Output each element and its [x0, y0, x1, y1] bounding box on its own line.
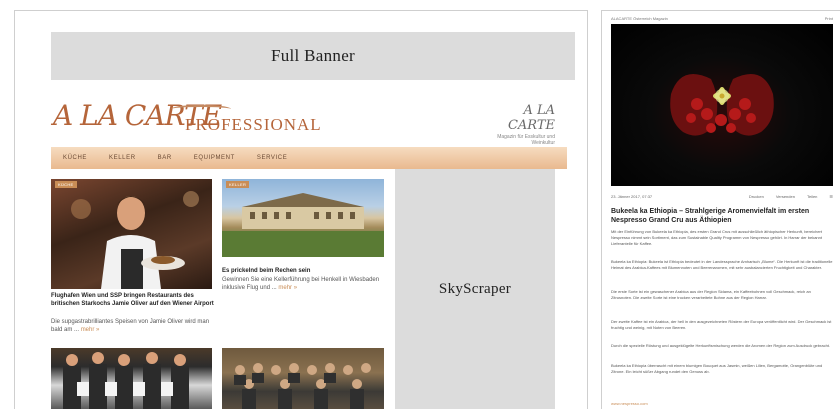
- castle-photo-illustration: [222, 193, 384, 257]
- article-teaser-text: Gewinnen Sie eine Kellerführung bei Henk…: [222, 277, 380, 291]
- article-image-chef[interactable]: KÜCHE: [51, 179, 212, 289]
- skyscraper-label: SkyScraper: [438, 281, 512, 297]
- article-tag[interactable]: KÜCHE: [55, 181, 77, 188]
- team-photo-illustration: [234, 363, 371, 409]
- logo-swoosh: [171, 105, 231, 113]
- secondary-logo-title: A LA CARTE: [507, 103, 555, 133]
- site-name: ALACARTE Österreich Magazin: [611, 16, 668, 21]
- skyscraper-ad-slot[interactable]: SkyScraper: [395, 169, 555, 409]
- nav-item-equipment[interactable]: EQUIPMENT: [194, 155, 235, 161]
- article-image-group-award[interactable]: [51, 348, 212, 409]
- secondary-logo: A LA CARTE Magazin für Esskultur und Wei…: [475, 103, 555, 146]
- article-teaser: Gewinnen Sie eine Kellerführung bei Henk…: [222, 276, 387, 292]
- article-tag[interactable]: KELLER: [226, 181, 250, 188]
- website-mockup-left: Full Banner A LA CARTE PROFESSIONAL A LA…: [14, 10, 588, 409]
- article-mockup-right: ALACARTE Österreich Magazin Print 23. Jä…: [601, 10, 840, 409]
- article-paragraph: Bukeela ka Ethiopia überrascht mit einem…: [611, 363, 823, 374]
- share-action[interactable]: Teilen: [807, 194, 817, 199]
- hands-berries-illustration: [670, 74, 774, 136]
- article-top-bar: ALACARTE Österreich Magazin Print: [611, 16, 833, 21]
- group-photo-illustration: [63, 352, 189, 409]
- print-link[interactable]: Print: [825, 16, 833, 21]
- article-image-castle[interactable]: KELLER: [222, 179, 384, 257]
- nav-item-service[interactable]: SERVICE: [257, 155, 287, 161]
- print-action[interactable]: Drucken: [749, 194, 764, 199]
- site-logo-subtitle: PROFESSIONAL: [185, 115, 322, 134]
- article-teaser-text: Die supgastrabrilliantes Speisen von Jam…: [51, 319, 210, 333]
- nav-item-kueche[interactable]: KÜCHE: [63, 155, 87, 161]
- read-more-link[interactable]: mehr »: [81, 327, 100, 333]
- article-title[interactable]: Es prickelnd beim Rechen sein: [222, 267, 387, 275]
- nav-item-bar[interactable]: BAR: [158, 155, 172, 161]
- read-more-link[interactable]: mehr »: [278, 285, 297, 291]
- article-headline: Bukeela ka Ethiopia – Strahlgerige Arome…: [611, 208, 810, 224]
- main-navigation: KÜCHE KELLER BAR EQUIPMENT SERVICE: [51, 147, 567, 169]
- site-header: A LA CARTE PROFESSIONAL A LA CARTE Magaz…: [51, 99, 555, 146]
- nav-item-keller[interactable]: KELLER: [109, 155, 136, 161]
- article-teaser: Die supgastrabrilliantes Speisen von Jam…: [51, 318, 216, 334]
- article-source-link[interactable]: www.nespresso.com: [611, 401, 648, 406]
- article-paragraph: Der zweite Kaffee ist ein Arabica, der h…: [611, 319, 832, 330]
- article-paragraph: Mit der Einführung von Bukeela ka Ethiop…: [611, 229, 822, 246]
- menu-icon[interactable]: ☰: [829, 194, 833, 199]
- send-action[interactable]: Versenden: [776, 194, 795, 199]
- full-banner-label: Full Banner: [270, 46, 356, 65]
- article-paragraph: Bukeela ka Ethiopia: Bukeela ist Ethiopi…: [611, 259, 833, 270]
- article-date: 23. Jänner 2017, 07:37: [611, 194, 653, 199]
- article-paragraph: Durch die spezielle Röstung und ausgeklü…: [611, 343, 831, 348]
- secondary-logo-tagline: Magazin für Esskultur und Weinkultur: [497, 134, 555, 146]
- article-paragraph: Die erste Sorte ist ein gewaschener Arab…: [611, 289, 811, 300]
- article-meta: 23. Jänner 2017, 07:37 Drucken Versenden…: [611, 194, 833, 199]
- chef-photo-illustration: [71, 191, 199, 289]
- article-hero-image: [611, 24, 833, 186]
- article-actions: Drucken Versenden Teilen ☰: [749, 194, 833, 199]
- full-banner-ad-slot[interactable]: Full Banner: [51, 32, 575, 80]
- article-title[interactable]: Flughafen Wien und SSP bringen Restauran…: [51, 292, 216, 308]
- article-image-team[interactable]: [222, 348, 384, 409]
